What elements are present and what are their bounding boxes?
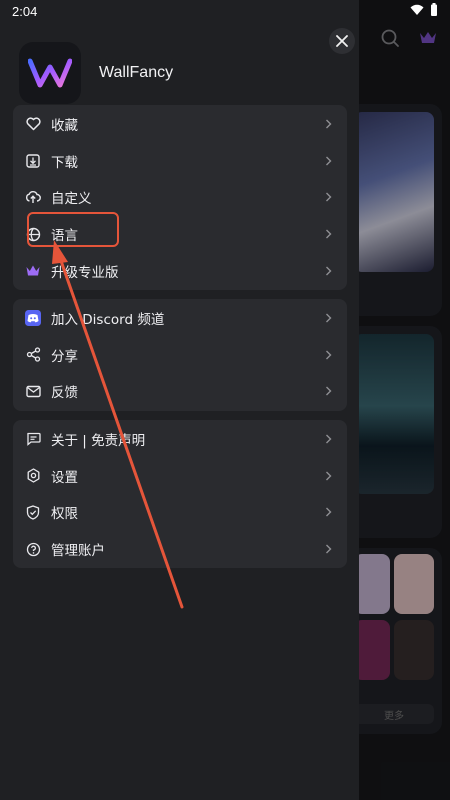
upload-cloud-icon — [25, 189, 41, 205]
chevron-right-icon — [323, 155, 333, 167]
menu-item-label: 权限 — [51, 506, 78, 523]
menu-item-settings[interactable]: 设置 — [13, 458, 347, 495]
app-name: WallFancy — [99, 64, 174, 81]
help-icon — [25, 541, 41, 557]
close-icon — [336, 32, 348, 51]
menu-item-downloads[interactable]: 下载 — [13, 143, 347, 180]
wifi-icon — [410, 4, 424, 19]
status-icons — [410, 3, 438, 19]
menu-item-label: 加入 Discord 频道 — [51, 312, 165, 329]
menu-item-feedback[interactable]: 反馈 — [13, 373, 347, 410]
chevron-right-icon — [323, 349, 333, 361]
status-time: 2:04 — [12, 3, 38, 19]
chevron-right-icon — [323, 543, 333, 555]
menu-item-label: 升级专业版 — [51, 264, 119, 281]
share-icon — [25, 347, 41, 363]
menu-item-label: 反馈 — [51, 385, 78, 402]
chevron-right-icon — [323, 433, 333, 445]
menu-item-label: 设置 — [51, 469, 78, 486]
menu-item-share[interactable]: 分享 — [13, 337, 347, 374]
menu-item-about[interactable]: 关于 | 免责声明 — [13, 421, 347, 458]
menu-item-manage-account[interactable]: 管理账户 — [13, 531, 347, 568]
mail-icon — [25, 383, 41, 399]
menu-item-label: 分享 — [51, 348, 78, 365]
chevron-right-icon — [323, 470, 333, 482]
menu-item-permissions[interactable]: 权限 — [13, 494, 347, 531]
chevron-right-icon — [323, 265, 333, 277]
app-header: WallFancy — [19, 42, 173, 104]
menu-group-community: 加入 Discord 频道 分享 反馈 — [13, 299, 347, 411]
menu-item-label: 自定义 — [51, 191, 92, 208]
menu-item-label: 管理账户 — [51, 543, 105, 560]
discord-icon — [25, 310, 41, 327]
chevron-right-icon — [323, 385, 333, 397]
menu-item-customize[interactable]: 自定义 — [13, 179, 347, 216]
menu-item-label: 关于 | 免责声明 — [51, 433, 146, 450]
chevron-right-icon — [323, 118, 333, 130]
app-logo — [19, 42, 81, 104]
chevron-right-icon — [323, 228, 333, 240]
menu-item-discord[interactable]: 加入 Discord 频道 — [13, 300, 347, 337]
shield-check-icon — [25, 504, 41, 520]
annotation-highlight-box — [27, 212, 119, 247]
menu-group-settings: 关于 | 免责声明 设置 权限 管理账户 — [13, 420, 347, 569]
menu-item-upgrade-pro[interactable]: 升级专业版 — [13, 252, 347, 289]
crown-icon — [25, 263, 41, 279]
chevron-right-icon — [323, 191, 333, 203]
menu-item-label: 下载 — [51, 154, 78, 171]
menu-group-main: 收藏 下载 自定义 语言 升级专业版 — [13, 105, 347, 290]
navigation-drawer: WallFancy 收藏 下载 自定义 语言 升级专业版 加入 Discord … — [0, 0, 359, 800]
menu-item-favorites[interactable]: 收藏 — [13, 106, 347, 143]
status-bar: 2:04 — [0, 0, 450, 22]
chevron-right-icon — [323, 312, 333, 324]
menu-item-label: 收藏 — [51, 118, 78, 135]
settings-icon — [25, 468, 41, 484]
close-button[interactable] — [329, 28, 355, 54]
chat-icon — [25, 431, 41, 447]
download-icon — [25, 153, 41, 169]
battery-icon — [430, 3, 438, 19]
heart-icon — [25, 116, 41, 132]
chevron-right-icon — [323, 506, 333, 518]
